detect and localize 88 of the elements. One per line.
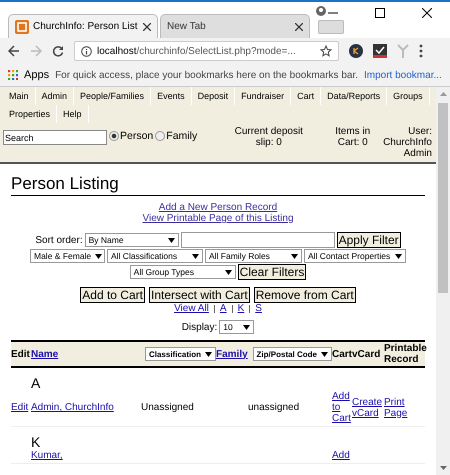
caret-icon — [95, 254, 102, 258]
display-label: Display: — [182, 322, 218, 332]
caret-icon — [291, 254, 298, 258]
checkmark-extension-icon[interactable] — [373, 44, 387, 58]
cart-action-button[interactable]: Intersect with Cart — [148, 287, 250, 303]
scrollbar[interactable] — [436, 87, 450, 475]
deposit-status: Current deposit slip: 0 — [234, 126, 304, 148]
menu-item[interactable]: Events — [151, 87, 192, 105]
menu-item[interactable]: Main — [3, 87, 36, 105]
search-field[interactable]: Search — [3, 130, 107, 145]
add-to-cart-link[interactable]: Add — [332, 450, 352, 461]
person-name-link[interactable]: Kumar, — [31, 450, 141, 461]
column-header: Printable Record — [384, 343, 427, 365]
letter-link[interactable]: K — [238, 303, 244, 314]
person-name-link[interactable]: Admin, ChurchInfo — [31, 402, 141, 413]
letter-link[interactable]: View All — [174, 303, 209, 314]
group-letter: A — [31, 375, 40, 391]
caret-icon — [205, 352, 212, 356]
radio-button[interactable]: Person — [109, 130, 154, 142]
cart-action-button[interactable]: Remove from Cart — [254, 287, 356, 303]
menu-item[interactable]: Data/Reports — [321, 87, 388, 105]
page-heading: Person Listing — [11, 174, 425, 196]
column-header: vCard — [352, 348, 380, 360]
favicon-icon — [15, 20, 29, 34]
group-letter: K — [31, 434, 40, 450]
create-vcard-link[interactable]: Create vCard — [352, 396, 384, 418]
close-icon[interactable] — [143, 22, 151, 30]
extension-icon[interactable] — [349, 44, 363, 58]
close-icon[interactable] — [295, 22, 303, 30]
apply-filter-button[interactable]: Apply Filter — [336, 232, 401, 248]
browser-tab[interactable]: ChurchInfo: Person List — [8, 14, 158, 38]
info-icon — [81, 46, 92, 56]
page-link[interactable]: Add a New Person Record — [158, 202, 278, 213]
profile-icon[interactable] — [316, 6, 326, 16]
sort-label: Sort order: — [35, 234, 83, 246]
zip-cell: unassigned — [248, 402, 300, 413]
menu-item[interactable]: Cart — [291, 87, 322, 105]
letter-link[interactable]: A — [220, 303, 227, 314]
radio-button[interactable]: Family — [155, 130, 198, 142]
add-to-cart-link[interactable]: Add to Cart — [332, 391, 352, 424]
caret-icon — [224, 270, 232, 274]
caret-icon — [395, 254, 402, 258]
caret-icon — [192, 254, 199, 258]
column-header-link[interactable]: Family — [216, 348, 248, 360]
menu-item[interactable]: Fundraiser — [235, 87, 292, 105]
browser-tab[interactable]: New Tab — [160, 14, 310, 38]
menu-item[interactable]: Groups — [387, 87, 430, 105]
back-arrow-icon[interactable] — [8, 45, 20, 57]
star-icon[interactable] — [320, 45, 332, 57]
scroll-thumb[interactable] — [438, 103, 448, 293]
cart-status: Items in Cart: 0 — [334, 126, 372, 148]
column-header-select[interactable]: Classification — [144, 347, 216, 361]
menu-item[interactable]: Deposit — [192, 87, 236, 105]
letter-link[interactable]: S — [255, 303, 262, 314]
filter-select[interactable]: All Classifications — [107, 249, 203, 263]
classification-cell: Unassigned — [141, 402, 194, 413]
user-status: User: ChurchInfo Admin — [383, 126, 432, 159]
cart-action-button[interactable]: Add to Cart — [80, 287, 145, 303]
column-header: Edit — [11, 348, 30, 360]
import-bookmarks-link[interactable]: Import bookmar... — [364, 70, 442, 80]
caret-icon — [243, 324, 250, 330]
filter-select[interactable]: All Group Types — [130, 265, 236, 279]
menu-item[interactable]: People/Families — [74, 87, 152, 105]
column-header-select[interactable]: Zip/Postal Code — [252, 347, 332, 361]
address-bar[interactable]: localhost/churchinfo/SelectList.php?mode=... — [74, 41, 339, 61]
display-select[interactable]: 10 — [219, 320, 254, 334]
column-header-link[interactable]: Name — [31, 348, 58, 360]
menu-item[interactable]: Admin — [36, 87, 74, 105]
filter-select[interactable]: All Family Roles — [205, 249, 302, 263]
clear-filters-button[interactable]: Clear Filters — [238, 264, 306, 280]
bookmarks-message: For quick access, place your bookmarks here on the bookmarks bar. — [55, 70, 358, 80]
column-header: Cart — [332, 348, 352, 360]
apps-link[interactable]: Apps — [24, 69, 50, 81]
filter-field[interactable] — [180, 232, 335, 248]
apps-grid-icon[interactable] — [8, 70, 18, 80]
reload-icon[interactable] — [52, 45, 64, 57]
filter-select[interactable]: Male & Female — [30, 249, 105, 263]
scroll-down-icon[interactable] — [440, 466, 446, 470]
edit-link[interactable]: Edit — [11, 402, 31, 413]
caret-icon — [168, 238, 175, 242]
print-page-link[interactable]: Print Page — [384, 396, 425, 418]
menu-icon[interactable] — [419, 44, 423, 58]
filter-select[interactable]: All Contact Properties — [304, 249, 406, 263]
sort-select[interactable]: By Name — [84, 233, 179, 247]
page-link[interactable]: View Printable Page of this Listing — [142, 213, 294, 224]
close-icon[interactable] — [422, 8, 432, 18]
caret-icon — [321, 352, 328, 356]
maximize-icon[interactable] — [375, 8, 385, 18]
